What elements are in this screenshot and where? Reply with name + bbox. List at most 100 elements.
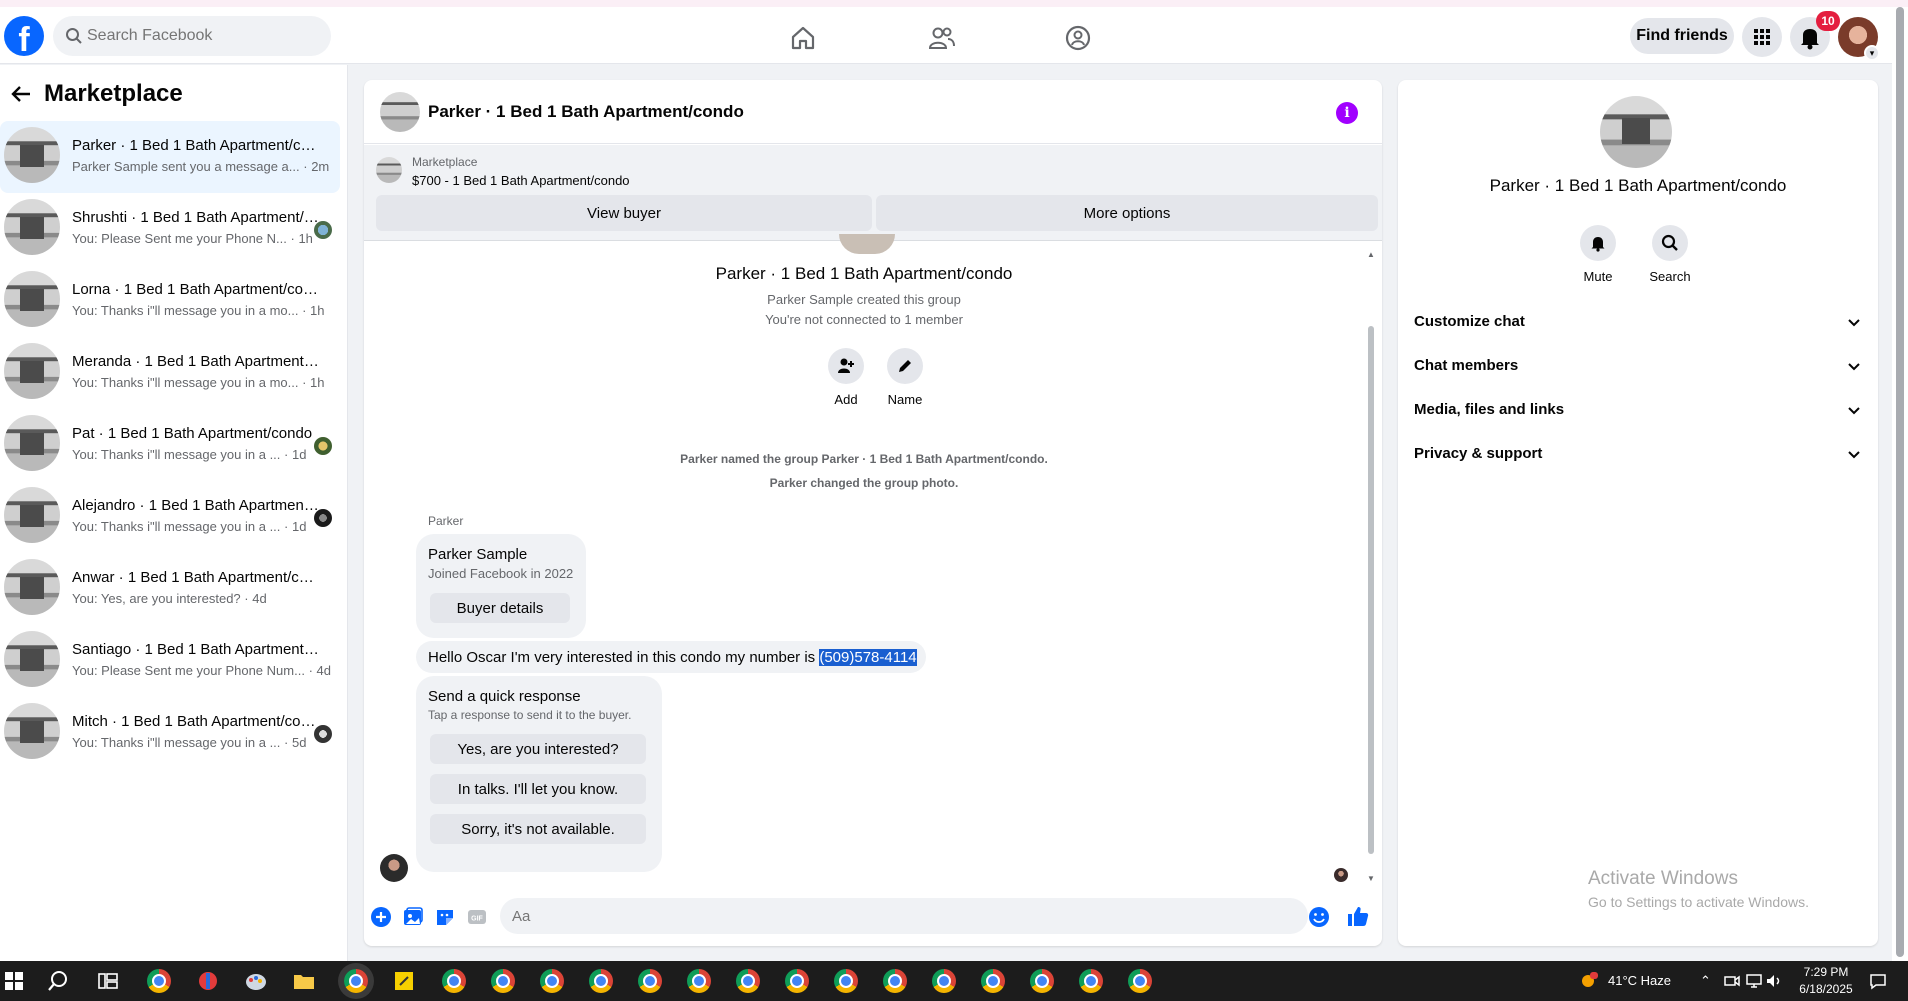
search-input[interactable]: [87, 16, 317, 56]
plus-icon[interactable]: [370, 906, 392, 928]
sender-name: Parker: [428, 514, 464, 528]
chrome-app-icon[interactable]: [638, 969, 662, 993]
paint-icon[interactable]: [244, 969, 268, 993]
privacy-support-row[interactable]: Privacy & support: [1414, 436, 1862, 472]
buyer-profile-card: Parker Sample Joined Facebook in 2022 Bu…: [416, 534, 586, 638]
find-friends-button[interactable]: Find friends: [1630, 18, 1734, 54]
chrome-app-icon[interactable]: [540, 969, 564, 993]
search-icon[interactable]: [46, 969, 70, 993]
chat-header: Parker · 1 Bed 1 Bath Apartment/condo i: [364, 80, 1382, 144]
chrome-app-icon[interactable]: [147, 969, 171, 993]
chat-thumbnail[interactable]: [380, 92, 420, 132]
chrome-app-icon[interactable]: [1079, 969, 1103, 993]
mute-button[interactable]: Mute: [1568, 225, 1628, 284]
seen-avatar: [314, 221, 332, 239]
meet-icon[interactable]: [1722, 971, 1742, 991]
media-files-links-row[interactable]: Media, files and links: [1414, 392, 1862, 428]
group-photo-large[interactable]: [1600, 96, 1672, 168]
gif-icon[interactable]: GIF: [466, 906, 488, 928]
sidebar-title: Marketplace: [44, 80, 183, 107]
more-options-button[interactable]: More options: [876, 195, 1378, 231]
chrome-app-icon[interactable]: [834, 969, 858, 993]
conversation-item[interactable]: Lorna · 1 Bed 1 Bath Apartment/condo You…: [0, 265, 340, 337]
page-scrollbar[interactable]: [1892, 7, 1908, 961]
scrollbar-thumb[interactable]: [1896, 7, 1904, 957]
view-buyer-button[interactable]: View buyer: [376, 195, 872, 231]
facebook-logo-icon[interactable]: f: [4, 16, 44, 56]
message-input[interactable]: [512, 898, 1272, 934]
conversation-item[interactable]: Meranda · 1 Bed 1 Bath Apartment/condo Y…: [0, 337, 340, 409]
conversation-item[interactable]: Mitch · 1 Bed 1 Bath Apartment/condo You…: [0, 697, 340, 769]
home-icon[interactable]: [788, 23, 818, 53]
add-member-button[interactable]: Add: [816, 348, 876, 407]
listing-thumbnail: [376, 157, 402, 183]
customize-chat-row[interactable]: Customize chat: [1414, 304, 1862, 340]
friends-icon[interactable]: [926, 23, 956, 53]
emoji-icon[interactable]: [1308, 906, 1330, 928]
chrome-app-icon[interactable]: [687, 969, 711, 993]
conversation-name: Parker · 1 Bed 1 Bath Apartment/condo: [72, 137, 317, 154]
chevron-up-icon[interactable]: ⌃: [1700, 973, 1711, 989]
thumbs-up-icon[interactable]: [1346, 904, 1370, 928]
back-arrow-icon[interactable]: [10, 83, 32, 105]
quick-response-button[interactable]: Sorry, it's not available.: [430, 814, 646, 844]
quick-response-button[interactable]: Yes, are you interested?: [430, 734, 646, 764]
photo-icon[interactable]: [402, 906, 424, 928]
sticker-icon[interactable]: [434, 906, 456, 928]
menu-button[interactable]: [1742, 17, 1782, 57]
chrome-app-icon[interactable]: [589, 969, 613, 993]
scrollbar-thumb[interactable]: [1368, 326, 1374, 854]
weather-icon[interactable]: [1576, 969, 1600, 993]
chrome-app-icon[interactable]: [981, 969, 1005, 993]
message-input-wrap[interactable]: [500, 898, 1308, 934]
marketplace-sidebar: Marketplace Parker · 1 Bed 1 Bath Apartm…: [0, 65, 348, 961]
windows-start-icon[interactable]: [2, 969, 26, 993]
search-conversation-button[interactable]: Search: [1640, 225, 1700, 284]
group-created-note: Parker Sample created this group: [767, 292, 961, 307]
chrome-app-icon[interactable]: [442, 969, 466, 993]
phone-number[interactable]: (509)578-4114: [819, 649, 917, 666]
listing-price[interactable]: $700 - 1 Bed 1 Bath Apartment/condo: [412, 173, 630, 188]
chevron-down-icon[interactable]: ▾: [1864, 45, 1880, 61]
chrome-app-icon[interactable]: [932, 969, 956, 993]
buyer-details-button[interactable]: Buyer details: [430, 593, 570, 623]
app-icon[interactable]: [196, 969, 220, 993]
info-icon[interactable]: i: [1336, 102, 1358, 124]
conversation-name: Santiago · 1 Bed 1 Bath Apartment/condo: [72, 641, 322, 658]
chat-members-row[interactable]: Chat members: [1414, 348, 1862, 384]
conversation-item[interactable]: Shrushti · 1 Bed 1 Bath Apartment/condo …: [0, 193, 340, 265]
message-bubble[interactable]: Hello Oscar I'm very interested in this …: [416, 641, 926, 673]
chrome-app-icon[interactable]: [1030, 969, 1054, 993]
groups-icon[interactable]: [1063, 23, 1093, 53]
scroll-up-icon[interactable]: ▲: [1366, 250, 1376, 259]
chat-title[interactable]: Parker · 1 Bed 1 Bath Apartment/condo: [428, 102, 744, 122]
chrome-app-icon[interactable]: [344, 969, 368, 993]
quick-response-button[interactable]: In talks. I'll let you know.: [430, 774, 646, 804]
conversation-item[interactable]: Santiago · 1 Bed 1 Bath Apartment/condo …: [0, 625, 340, 697]
search-bar[interactable]: [53, 16, 331, 56]
conversation-item[interactable]: Alejandro · 1 Bed 1 Bath Apartment/condo…: [0, 481, 340, 553]
conversation-item[interactable]: Parker · 1 Bed 1 Bath Apartment/condo Pa…: [0, 121, 340, 193]
file-explorer-icon[interactable]: [292, 969, 316, 993]
volume-icon[interactable]: [1764, 971, 1784, 991]
chat-scrollbar[interactable]: ▲ ▼: [1366, 250, 1376, 890]
notification-center-icon[interactable]: [1868, 971, 1888, 991]
quick-response-card: Send a quick response Tap a response to …: [416, 676, 662, 872]
chrome-app-icon[interactable]: [491, 969, 515, 993]
seen-avatar: [314, 725, 332, 743]
conversation-item[interactable]: Pat · 1 Bed 1 Bath Apartment/condo You: …: [0, 409, 340, 481]
sticky-notes-icon[interactable]: [392, 969, 416, 993]
weather-text[interactable]: 41°C Haze: [1608, 973, 1671, 988]
chrome-app-icon[interactable]: [785, 969, 809, 993]
chrome-app-icon[interactable]: [736, 969, 760, 993]
clock-date[interactable]: 6/18/2025: [1796, 982, 1856, 996]
chrome-app-icon[interactable]: [883, 969, 907, 993]
sender-avatar[interactable]: [380, 854, 408, 882]
network-icon[interactable]: [1744, 971, 1764, 991]
task-view-icon[interactable]: [96, 969, 120, 993]
clock-time[interactable]: 7:29 PM: [1796, 965, 1856, 979]
conversation-item[interactable]: Anwar · 1 Bed 1 Bath Apartment/condo You…: [0, 553, 340, 625]
scroll-down-icon[interactable]: ▼: [1366, 874, 1376, 883]
chrome-app-icon[interactable]: [1128, 969, 1152, 993]
name-group-button[interactable]: Name: [875, 348, 935, 407]
